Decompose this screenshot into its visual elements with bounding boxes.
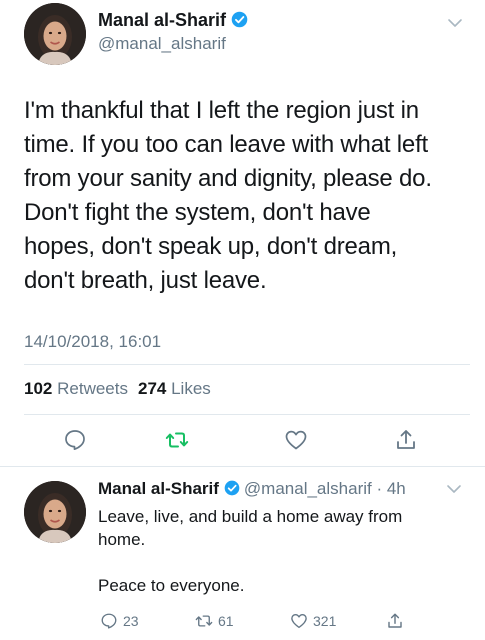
share-icon: [397, 430, 415, 449]
divider: [24, 414, 470, 415]
tweet-text-line: don't breath, just leave.: [24, 267, 267, 294]
reply-text: Leave, live, and build a home away from …: [98, 505, 468, 597]
reply-retweet-button[interactable]: 61: [195, 611, 234, 631]
like-count: 321: [313, 613, 337, 629]
tweet-text-line: time. If you too can leave with what lef…: [24, 131, 429, 158]
likes-stat[interactable]: 274 Likes: [138, 379, 211, 398]
reply-like-button[interactable]: 321: [290, 611, 336, 631]
main-tweet: Manal al-Sharif @manal_alsharif I'm than…: [0, 0, 485, 466]
reply-author-name[interactable]: Manal al-Sharif: [98, 479, 219, 498]
heart-icon: [291, 614, 307, 629]
reply-button[interactable]: [63, 428, 87, 452]
tweet-text: I'm thankful that I left the region just…: [24, 94, 476, 298]
reply-share-button[interactable]: [386, 611, 404, 631]
share-icon: [388, 613, 402, 628]
reply-author-avatar[interactable]: [24, 481, 86, 543]
retweet-icon: [195, 615, 213, 627]
chevron-down-icon[interactable]: [447, 18, 463, 28]
author-avatar[interactable]: [24, 3, 86, 65]
tweet-text-line: hopes, don't speak up, don't dream,: [24, 233, 398, 260]
tweet-separator: [0, 466, 485, 467]
reply-icon: [65, 430, 85, 451]
like-button[interactable]: [284, 428, 308, 452]
reply-text-line: Leave, live, and build a home away from: [98, 507, 403, 526]
retweet-count: 61: [218, 613, 234, 629]
retweets-stat[interactable]: 102 Retweets: [24, 379, 128, 398]
divider: [24, 364, 470, 365]
reply-text-line: [98, 551, 468, 574]
reply-header: Manal al-Sharif @manal_alsharif · 4h: [98, 479, 406, 499]
reply-icon: [101, 613, 117, 629]
chevron-down-icon[interactable]: [446, 484, 462, 494]
verified-badge-icon: [224, 480, 240, 496]
retweet-icon: [165, 432, 189, 448]
share-button[interactable]: [394, 428, 418, 452]
reply-count: 23: [123, 613, 139, 629]
reply-handle-time[interactable]: @manal_alsharif · 4h: [244, 479, 406, 498]
retweet-button[interactable]: [165, 428, 189, 452]
verified-badge-icon: [231, 11, 248, 28]
tweet-text-line: from your sanity and dignity, please do.: [24, 165, 432, 192]
author-handle[interactable]: @manal_alsharif: [98, 34, 226, 54]
tweet-text-line: Don't fight the system, don't have: [24, 199, 371, 226]
tweet-timestamp: 14/10/2018, 16:01: [24, 332, 162, 351]
heart-icon: [285, 430, 307, 450]
reply-text-line: home.: [98, 530, 146, 549]
tweet-text-line: I'm thankful that I left the region just…: [24, 97, 419, 124]
engagement-stats: 102 Retweets 274 Likes: [24, 379, 211, 399]
reply-reply-button[interactable]: 23: [100, 611, 139, 631]
author-name[interactable]: Manal al-Sharif: [98, 10, 248, 31]
reply-text-line: Peace to everyone.: [98, 576, 245, 595]
